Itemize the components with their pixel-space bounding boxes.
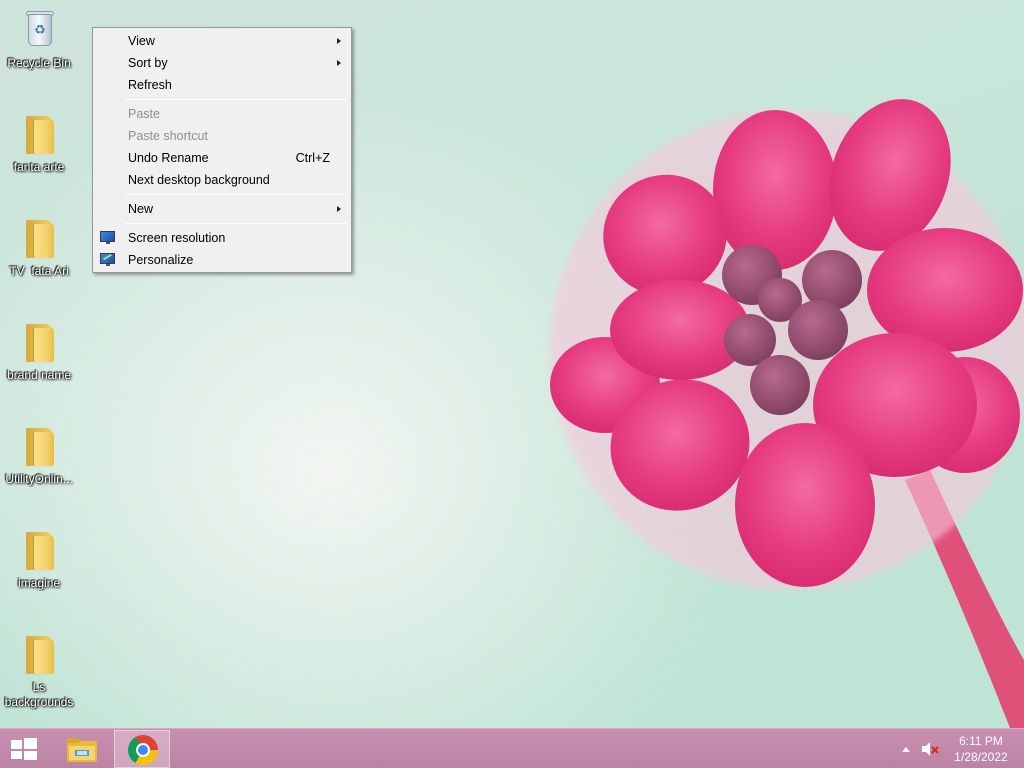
recycle-bin-desktop-icon[interactable]: ♻ Recycle Bin — [0, 6, 78, 71]
folder-icon — [19, 526, 59, 572]
menu-item-personalize[interactable]: Personalize — [95, 249, 349, 271]
menu-item-label: Screen resolution — [128, 231, 226, 245]
taskbar-chrome-button[interactable] — [114, 730, 170, 768]
menu-item-undo-rename[interactable]: Undo Rename Ctrl+Z — [95, 147, 349, 169]
windows-logo-icon — [11, 738, 37, 760]
clock-date: 1/28/2022 — [954, 750, 1008, 764]
submenu-arrow-icon — [337, 60, 341, 66]
desktop-folder-tv-fata-ari[interactable]: TV fata Ari — [0, 214, 78, 279]
submenu-arrow-icon — [337, 38, 341, 44]
desktop-icon-label: Recycle Bin — [7, 56, 71, 70]
folder-icon — [19, 214, 59, 260]
recycle-bin-icon: ♻ — [19, 6, 59, 52]
desktop-folder-brand-name[interactable]: brand name — [0, 318, 78, 383]
chrome-icon — [128, 735, 158, 765]
menu-item-shortcut: Ctrl+Z — [295, 151, 330, 165]
menu-item-screen-resolution[interactable]: Screen resolution — [95, 227, 349, 249]
personalize-icon — [100, 253, 116, 266]
display-icon — [100, 231, 116, 244]
folder-icon — [19, 318, 59, 364]
desktop-icon-label: imagine — [17, 576, 61, 590]
taskbar: 6:11 PM 1/28/2022 — [0, 728, 1024, 768]
menu-item-sort-by[interactable]: Sort by — [95, 52, 349, 74]
desktop-context-menu: View Sort by Refresh Paste Paste shortcu… — [92, 27, 352, 273]
desktop-folder-imagine[interactable]: imagine — [0, 526, 78, 591]
menu-item-refresh[interactable]: Refresh — [95, 74, 349, 96]
menu-item-view[interactable]: View — [95, 30, 349, 52]
menu-item-paste-shortcut: Paste shortcut — [95, 125, 349, 147]
desktop-folder-fanta-arte[interactable]: fanta arte — [0, 110, 78, 175]
desktop-folder-ls-backgrounds[interactable]: Ls backgrounds — [0, 630, 78, 710]
desktop-icon-label: TV fata Ari — [9, 264, 69, 278]
menu-separator — [125, 223, 347, 224]
desktop-icon-label: Ls backgrounds — [4, 680, 74, 709]
submenu-arrow-icon — [337, 206, 341, 212]
menu-item-label: Refresh — [128, 78, 172, 92]
volume-muted-icon[interactable] — [921, 741, 939, 757]
desktop-icon-label: fanta arte — [13, 160, 65, 174]
menu-item-label: New — [128, 202, 154, 216]
menu-item-next-desktop-background[interactable]: Next desktop background — [95, 169, 349, 191]
menu-item-paste: Paste — [95, 103, 349, 125]
menu-item-label: Sort by — [128, 56, 168, 70]
clock-time: 6:11 PM — [959, 734, 1003, 748]
menu-item-label: Undo Rename — [128, 151, 209, 165]
menu-separator — [125, 194, 347, 195]
menu-item-label: Paste shortcut — [128, 129, 208, 143]
desktop-folder-utilityonline[interactable]: UtilityOnlin... — [0, 422, 78, 487]
folder-icon — [19, 630, 59, 676]
desktop-icon-label: UtilityOnlin... — [5, 472, 73, 486]
taskbar-file-explorer-button[interactable] — [54, 730, 110, 768]
folder-icon — [19, 110, 59, 156]
folder-icon — [19, 422, 59, 468]
menu-item-new[interactable]: New — [95, 198, 349, 220]
show-hidden-icons-button[interactable] — [902, 747, 910, 752]
taskbar-clock[interactable]: 6:11 PM 1/28/2022 — [946, 733, 1016, 765]
menu-separator — [125, 99, 347, 100]
desktop-icon-label: brand name — [6, 368, 72, 382]
menu-item-label: View — [128, 34, 155, 48]
menu-item-label: Personalize — [128, 253, 194, 267]
menu-item-label: Paste — [128, 107, 160, 121]
start-button[interactable] — [0, 729, 48, 768]
menu-item-label: Next desktop background — [128, 173, 270, 187]
file-explorer-icon — [67, 738, 97, 762]
